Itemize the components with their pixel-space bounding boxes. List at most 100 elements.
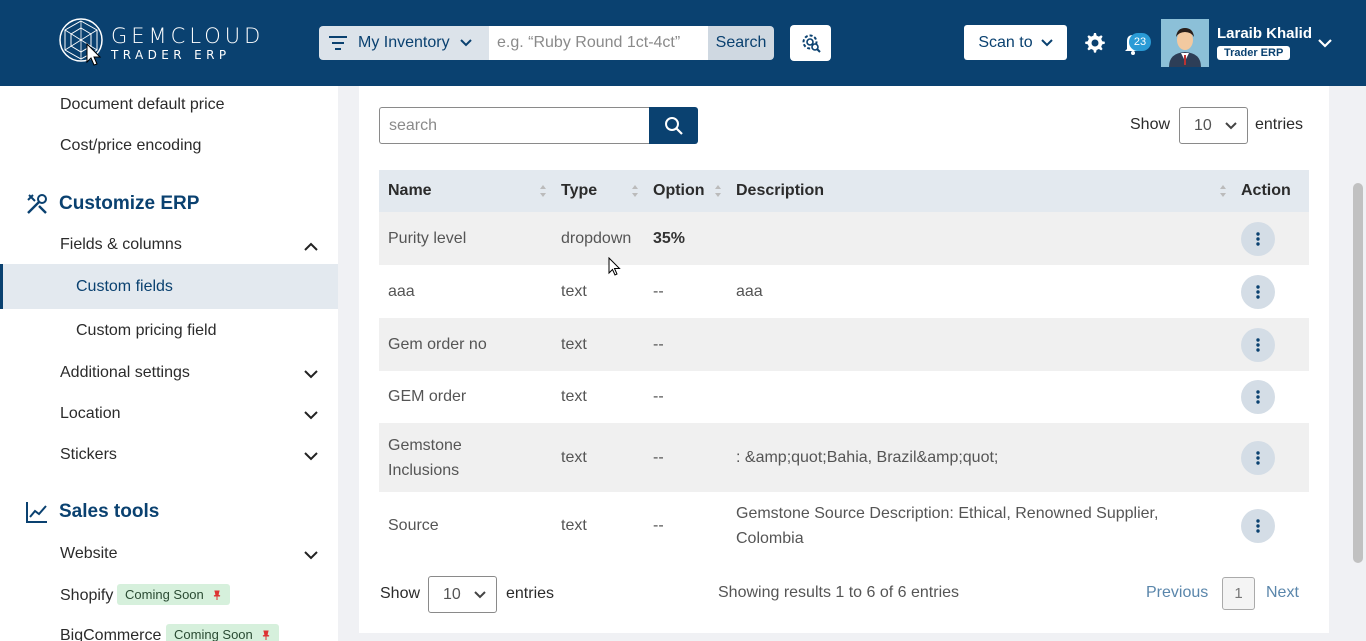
- table-search-button[interactable]: [649, 107, 698, 144]
- advanced-search-button[interactable]: [790, 25, 831, 61]
- chevron-down-icon: [459, 39, 472, 47]
- sidebar-section-customize-erp[interactable]: Customize ERP: [25, 192, 199, 216]
- cell-name: GEM order: [388, 388, 467, 405]
- table-row: Purity level dropdown 35%: [379, 212, 1309, 265]
- user-menu-chevron-icon[interactable]: [1317, 37, 1333, 49]
- chevron-down-icon[interactable]: [304, 452, 318, 461]
- brand-subtitle: TRADER ERP: [111, 48, 231, 62]
- chevron-down-icon[interactable]: [304, 551, 318, 560]
- more-vertical-icon: [1256, 284, 1260, 299]
- global-search-input[interactable]: [489, 26, 708, 60]
- page-length-value: 10: [1194, 116, 1212, 134]
- section-title: Sales tools: [59, 501, 160, 522]
- table-row: Gemstone Inclusions text -- : &amp;quot;…: [379, 423, 1309, 492]
- coming-soon-badge: Coming Soon: [117, 584, 230, 605]
- filter-icon: [329, 36, 347, 50]
- inventory-filter-dropdown[interactable]: My Inventory: [319, 26, 489, 60]
- sidebar-item-custom-pricing-field[interactable]: Custom pricing field: [76, 322, 217, 340]
- chevron-down-icon: [1040, 38, 1053, 46]
- pagination-page-1[interactable]: 1: [1222, 577, 1255, 610]
- pagination-previous[interactable]: Previous: [1146, 584, 1208, 602]
- sidebar-item-additional-settings[interactable]: Additional settings: [60, 364, 190, 382]
- column-header-action: Action: [1241, 182, 1291, 199]
- page-length-select-bottom[interactable]: 10: [428, 576, 497, 613]
- page-length-value: 10: [443, 585, 461, 603]
- cell-option: 35%: [653, 229, 686, 247]
- cell-name: aaa: [388, 282, 415, 300]
- chevron-up-icon[interactable]: [304, 242, 318, 251]
- sidebar-item-fields-columns[interactable]: Fields & columns: [60, 236, 182, 254]
- scan-to-dropdown[interactable]: Scan to: [964, 25, 1067, 60]
- column-header-option[interactable]: Option: [644, 170, 727, 212]
- gear-search-icon: [802, 34, 821, 53]
- table-search-input[interactable]: [379, 107, 650, 144]
- scan-label: Scan to: [978, 33, 1033, 51]
- page-length-select-top[interactable]: 10: [1179, 107, 1248, 144]
- row-actions-button[interactable]: [1241, 274, 1275, 309]
- column-header-type[interactable]: Type: [552, 170, 644, 212]
- chevron-down-icon: [474, 590, 486, 598]
- pin-icon: [262, 630, 270, 640]
- search-icon: [664, 116, 683, 135]
- show-label-top: Show: [1130, 116, 1171, 133]
- user-name: Laraib Khalid: [1217, 25, 1313, 42]
- custom-fields-table: Name Type Option Description Action Puri…: [379, 170, 1309, 559]
- sidebar-item-website[interactable]: Website: [60, 545, 118, 563]
- cell-type: dropdown: [561, 229, 632, 247]
- sidebar-item-shopify[interactable]: Shopify: [60, 587, 113, 605]
- user-avatar[interactable]: [1161, 19, 1209, 67]
- sort-icon: [540, 185, 546, 197]
- row-actions-button[interactable]: [1241, 508, 1275, 543]
- settings-gear-icon[interactable]: [1082, 31, 1106, 55]
- cell-description: aaa: [736, 282, 763, 300]
- sidebar-item-custom-fields[interactable]: Custom fields: [76, 278, 173, 296]
- pin-icon: [213, 590, 221, 600]
- cell-option: --: [653, 448, 664, 466]
- user-role-badge: Trader ERP: [1217, 46, 1291, 60]
- chevron-down-icon: [1225, 121, 1237, 129]
- more-vertical-icon: [1256, 450, 1260, 465]
- cell-name: Gemstone Inclusions: [388, 436, 462, 479]
- more-vertical-icon: [1256, 390, 1260, 404]
- row-actions-button[interactable]: [1241, 327, 1275, 362]
- sidebar-item-document-default-price[interactable]: Document default price: [60, 96, 225, 114]
- chart-trend-icon: [26, 502, 47, 523]
- row-actions-button[interactable]: [1241, 440, 1275, 475]
- avatar-person-icon: [1161, 19, 1209, 67]
- pagination-next[interactable]: Next: [1266, 584, 1299, 602]
- column-header-description[interactable]: Description: [727, 170, 1232, 212]
- cell-action: [1232, 371, 1309, 423]
- cell-type: text: [561, 388, 587, 405]
- more-vertical-icon: [1256, 231, 1260, 246]
- mouse-cursor-icon: [608, 257, 621, 276]
- results-summary: Showing results 1 to 6 of 6 entries: [718, 584, 960, 601]
- cell-option: --: [653, 282, 664, 300]
- table-header-row: Name Type Option Description Action: [379, 170, 1309, 212]
- chevron-down-icon[interactable]: [304, 370, 318, 379]
- coming-soon-label: Coming Soon: [174, 627, 253, 641]
- table-row: Gem order no text --: [379, 318, 1309, 371]
- chevron-down-icon[interactable]: [304, 411, 318, 420]
- notification-count-badge: 23: [1129, 33, 1151, 51]
- show-label-bottom: Show: [380, 585, 421, 602]
- more-vertical-icon: [1256, 518, 1260, 533]
- sidebar-item-cost-price-encoding[interactable]: Cost/price encoding: [60, 137, 201, 155]
- page-scrollbar-thumb[interactable]: [1353, 183, 1363, 563]
- sidebar-item-location[interactable]: Location: [60, 405, 121, 423]
- section-title: Customize ERP: [59, 193, 200, 214]
- sidebar-item-stickers[interactable]: Stickers: [60, 446, 117, 464]
- cell-action: [1232, 492, 1309, 559]
- cell-action: [1232, 318, 1309, 371]
- cell-option: --: [653, 335, 664, 353]
- cell-type: text: [561, 516, 587, 534]
- sidebar-section-sales-tools[interactable]: Sales tools: [25, 500, 159, 524]
- row-actions-button[interactable]: [1241, 380, 1275, 414]
- sidebar-item-bigcommerce[interactable]: BigCommerce: [60, 627, 161, 641]
- row-actions-button[interactable]: [1241, 221, 1275, 256]
- cell-type: text: [561, 448, 587, 466]
- coming-soon-badge: Coming Soon: [166, 624, 279, 641]
- global-search-button[interactable]: Search: [708, 26, 774, 60]
- cell-description: [727, 212, 1232, 265]
- cell-name: Purity level: [388, 229, 467, 247]
- column-header-name[interactable]: Name: [379, 170, 552, 212]
